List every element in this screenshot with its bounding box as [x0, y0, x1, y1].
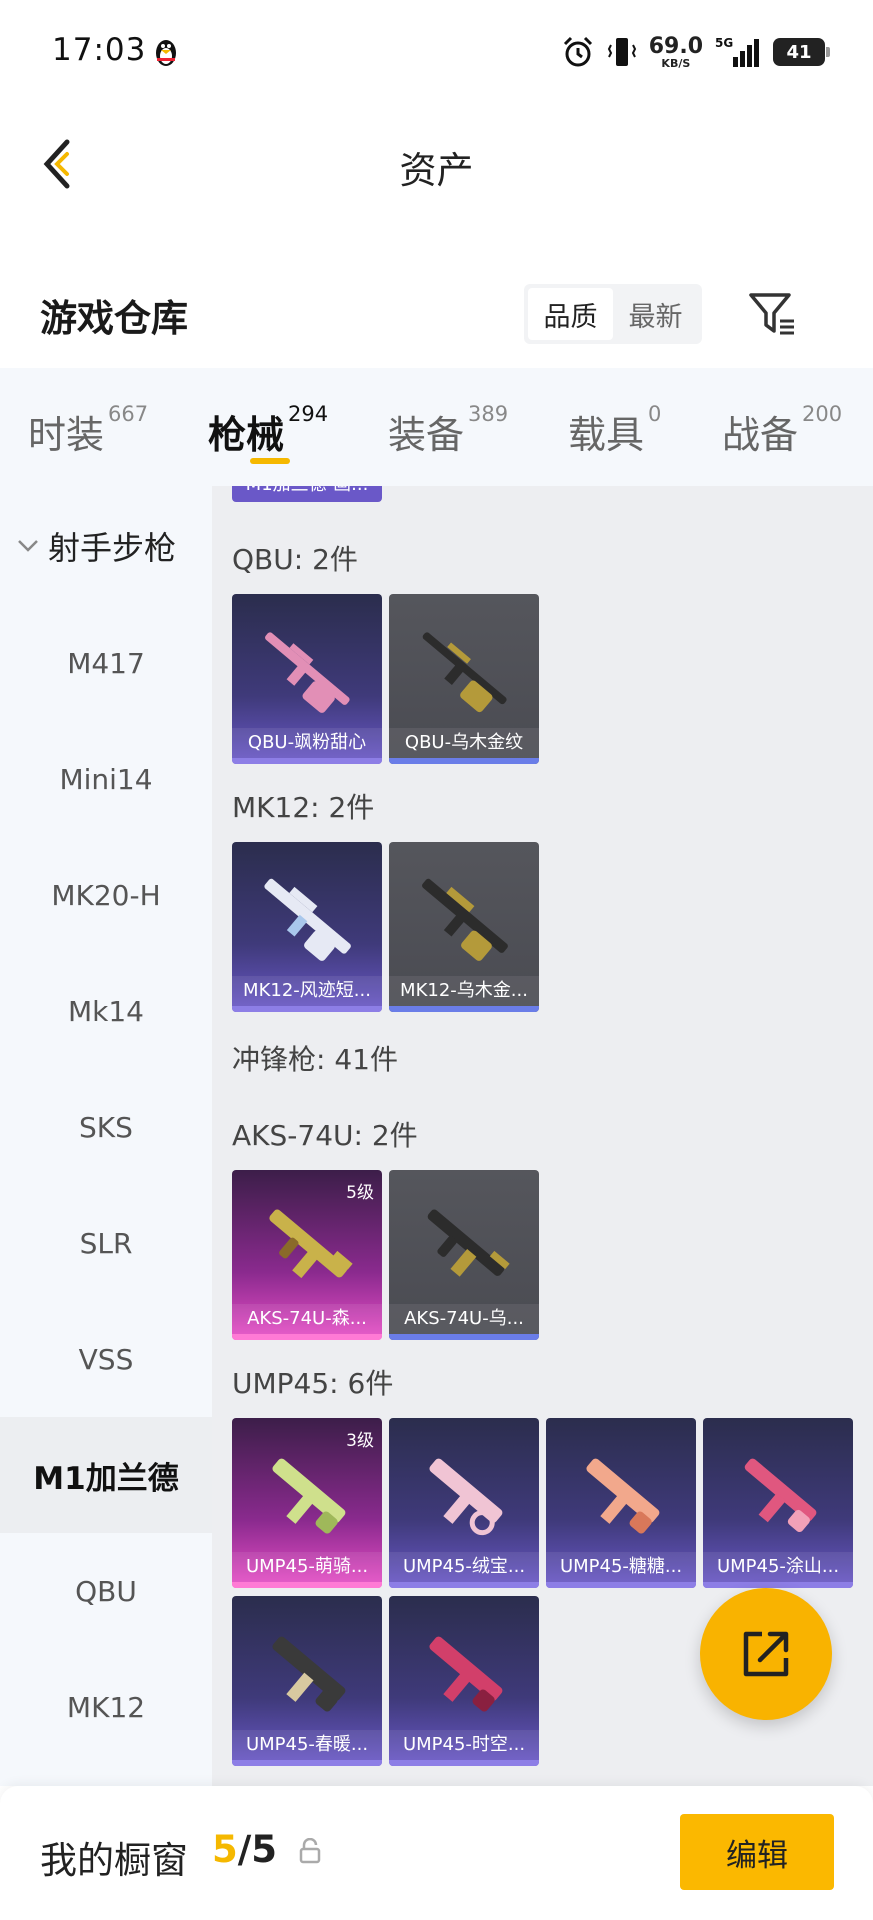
- sidebar-item-sks[interactable]: SKS: [0, 1069, 212, 1185]
- smg-icon: [272, 1458, 346, 1534]
- battery-indicator: 41: [773, 38, 830, 66]
- qq-penguin-icon: [156, 40, 176, 66]
- weapon-card[interactable]: 3级 UMP45-萌骑...: [232, 1418, 382, 1588]
- tab-firearms[interactable]: 枪械 294: [208, 402, 328, 459]
- weapon-card[interactable]: QBU-乌木金纹: [389, 594, 539, 764]
- tab-fashion[interactable]: 时装 667: [28, 402, 148, 459]
- group-label: MK12: 2件: [232, 791, 375, 824]
- smg-icon: [586, 1458, 660, 1534]
- weapon-card[interactable]: UMP45-时空...: [389, 1596, 539, 1766]
- group-label: UMP45: 6件: [232, 1367, 394, 1400]
- sort-toggle: 品质 最新: [524, 284, 702, 344]
- edit-button[interactable]: 编辑: [680, 1814, 834, 1890]
- weapon-sidebar: 射手步枪 M417 Mini14 MK20-H Mk14 SKS SLR VSS…: [0, 486, 212, 1786]
- sidebar-item-mk20h[interactable]: MK20-H: [0, 837, 212, 953]
- group-label: AKS-74U: 2件: [232, 1119, 418, 1152]
- smg-icon: [429, 1636, 503, 1712]
- showcase-bar: 我的橱窗 5/5 编辑: [0, 1786, 873, 1920]
- weapon-card[interactable]: QBU-飒粉甜心: [232, 594, 382, 764]
- network-speed: 69.0 KB/S: [648, 33, 703, 70]
- rifle-icon: [422, 632, 507, 713]
- weapon-card[interactable]: UMP45-绒宝...: [389, 1418, 539, 1588]
- active-tab-indicator: [250, 458, 290, 464]
- sidebar-item-mk12[interactable]: MK12: [0, 1649, 212, 1765]
- smg-icon: [269, 1209, 353, 1279]
- svg-text:5G: 5G: [715, 36, 733, 50]
- smg-icon: [744, 1458, 817, 1533]
- weapon-card[interactable]: UMP45-春暖...: [232, 1596, 382, 1766]
- sidebar-item-qbu[interactable]: QBU: [0, 1533, 212, 1649]
- sidebar-item-m417[interactable]: M417: [0, 605, 212, 721]
- rifle-icon: [422, 878, 508, 961]
- sidebar-item-vss[interactable]: VSS: [0, 1301, 212, 1417]
- filter-icon: [749, 293, 794, 335]
- showcase-title: 我的橱窗: [40, 1839, 188, 1882]
- sidebar-category[interactable]: 射手步枪: [0, 516, 212, 576]
- weapon-card[interactable]: 5级 AKS-74U-森...: [232, 1170, 382, 1340]
- group-label: QBU: 2件: [232, 543, 358, 576]
- signal-5g-icon: 5G: [715, 36, 759, 67]
- share-button[interactable]: [700, 1588, 832, 1720]
- weapon-card[interactable]: UMP45-涂山...: [703, 1418, 853, 1588]
- sidebar-item-mk14[interactable]: Mk14: [0, 953, 212, 1069]
- smg-icon: [429, 1458, 503, 1536]
- lock-icon: [299, 1838, 321, 1864]
- sidebar-item-mini14[interactable]: Mini14: [0, 721, 212, 837]
- sidebar-item-slr[interactable]: SLR: [0, 1185, 212, 1301]
- warehouse-title: 游戏仓库: [40, 297, 188, 340]
- page-title: 资产: [399, 149, 474, 192]
- weapon-card[interactable]: MK12-乌木金...: [389, 842, 539, 1012]
- weapon-card[interactable]: M1加兰德-画...: [232, 486, 382, 502]
- weapon-card[interactable]: MK12-风迹短...: [232, 842, 382, 1012]
- header: 资产: [0, 104, 873, 224]
- tab-vehicles[interactable]: 载具 0: [568, 402, 661, 459]
- group-label: 冲锋枪: 41件: [232, 1043, 398, 1076]
- chevron-down-icon: [18, 540, 38, 552]
- rifle-icon: [264, 878, 351, 961]
- alarm-icon: [563, 36, 592, 67]
- tab-supplies[interactable]: 战备 200: [722, 402, 842, 459]
- vibrate-icon: [607, 38, 636, 66]
- showcase-count: 5/5: [212, 1828, 278, 1871]
- status-icons: 69.0 KB/S 5G 41: [561, 33, 830, 70]
- status-bar: 17:03 69.0 KB/S 5G 41: [0, 0, 873, 104]
- filter-button[interactable]: [742, 284, 802, 344]
- warehouse-header: 游戏仓库 品质 最新: [0, 268, 873, 358]
- smg-icon: [272, 1636, 346, 1712]
- weapon-card[interactable]: UMP45-糖糖...: [546, 1418, 696, 1588]
- sort-newest[interactable]: 最新: [613, 288, 698, 340]
- tab-equipment[interactable]: 装备 389: [388, 402, 508, 459]
- sidebar-item-m1-garand[interactable]: M1加兰德: [0, 1417, 212, 1533]
- sort-quality[interactable]: 品质: [528, 288, 613, 340]
- weapon-card[interactable]: AKS-74U-乌...: [389, 1170, 539, 1340]
- share-icon: [743, 1631, 789, 1677]
- category-tabs: 时装 667 枪械 294 装备 389 载具 0 战备 200: [0, 368, 873, 486]
- rifle-icon: [265, 632, 350, 713]
- smg-icon: [427, 1209, 510, 1277]
- status-time: 17:03: [52, 32, 147, 68]
